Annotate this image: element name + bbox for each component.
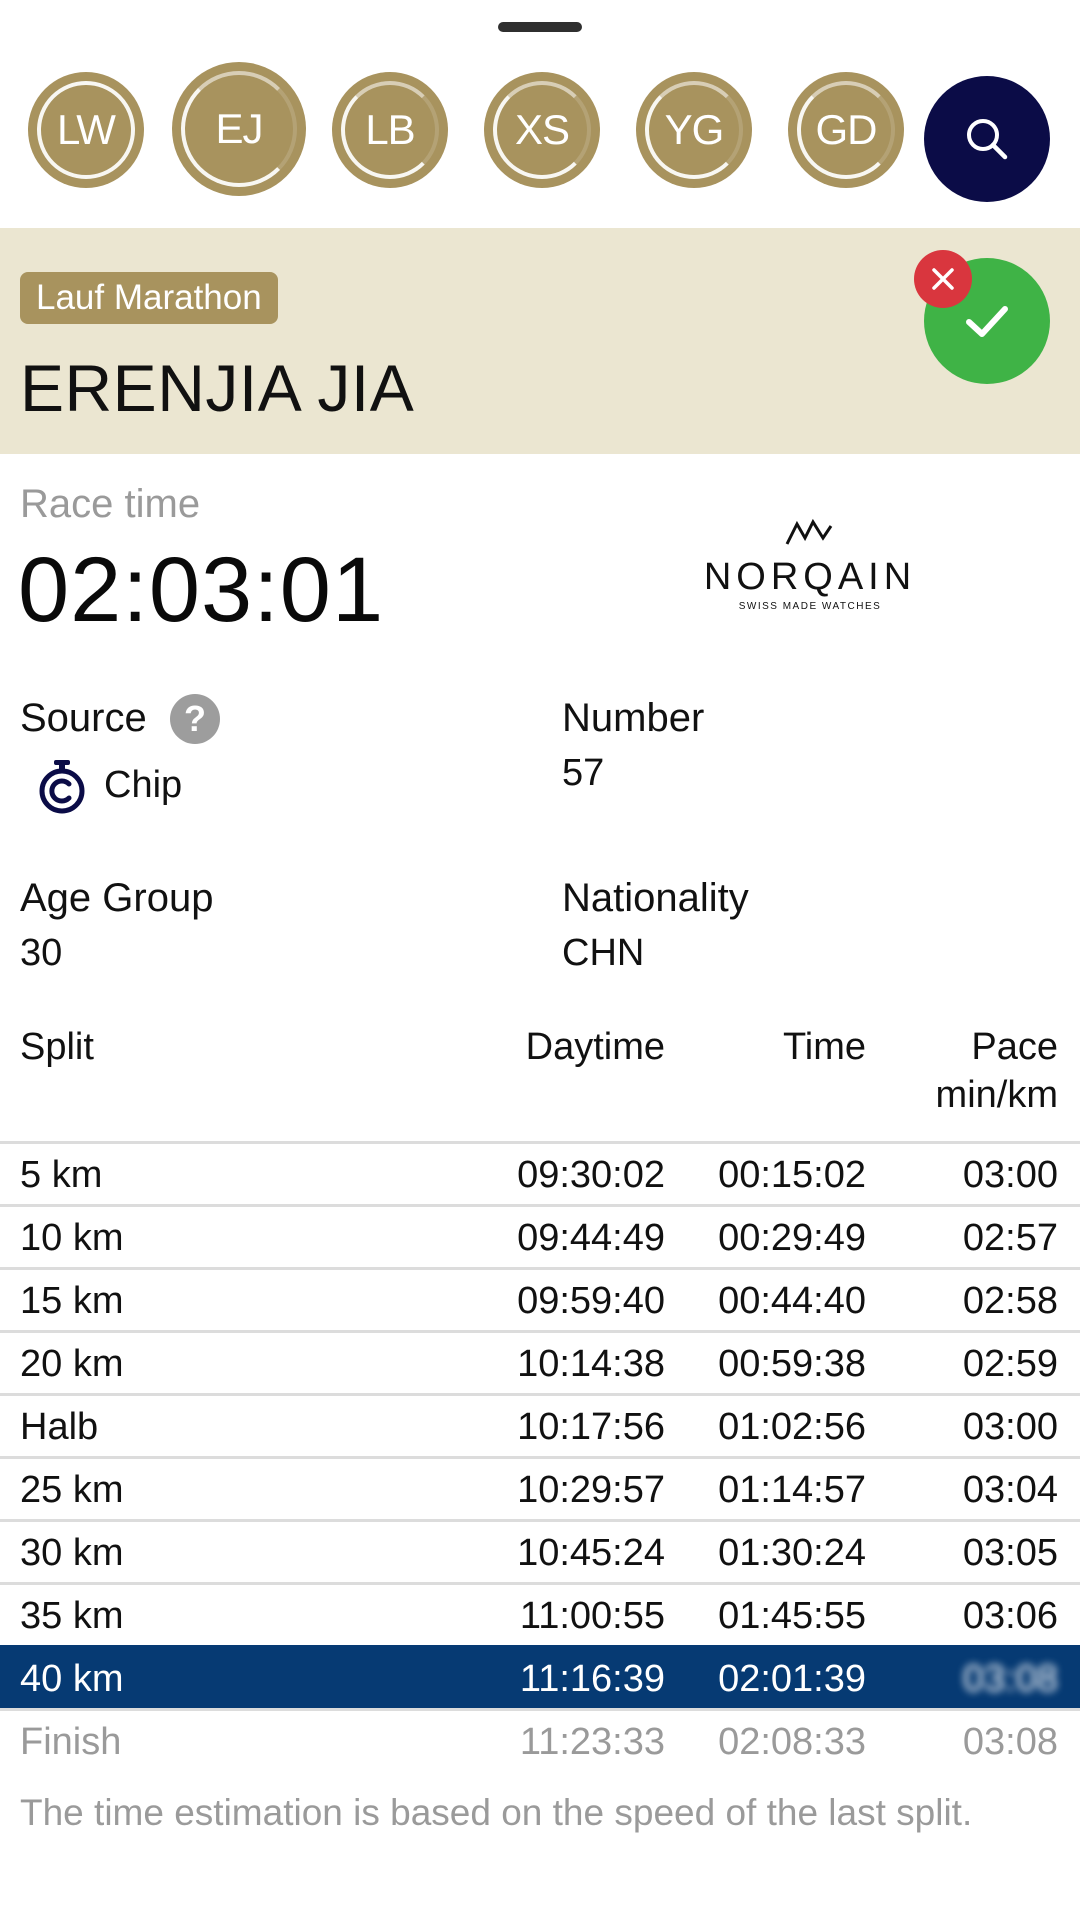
race-time-value: 02:03:01 <box>18 539 385 641</box>
time-header: Time <box>782 1026 866 1068</box>
table-row[interactable]: 20 km 10:14:38 00:59:38 02:59 <box>0 1330 1080 1393</box>
daytime-header: Daytime <box>525 1026 665 1068</box>
avatar-yg[interactable]: YG <box>636 72 752 188</box>
avatar-xs[interactable]: XS <box>484 72 600 188</box>
nationality-label: Nationality <box>562 876 749 920</box>
split-daytime: 09:30:02 <box>517 1154 665 1196</box>
split-daytime: 10:14:38 <box>517 1343 665 1385</box>
source-value: Chip <box>104 764 183 806</box>
participant-avatar-bar: LW EJ LB XS YG GD <box>0 62 1080 202</box>
split-daytime: 09:44:49 <box>517 1217 665 1259</box>
table-row-current[interactable]: 40 km 11:16:39 02:01:39 03:08 <box>0 1645 1080 1708</box>
split-daytime: 11:16:39 <box>519 1658 665 1700</box>
split-daytime: 11:23:33 <box>519 1721 665 1763</box>
split-pace: 03:00 <box>962 1154 1058 1196</box>
split-time: 01:30:24 <box>718 1532 866 1574</box>
avatar-initials: EJ <box>215 105 263 152</box>
avatar-initials: YG <box>664 106 725 153</box>
avatar-ej[interactable]: EJ <box>172 62 306 196</box>
split-name: 5 km <box>20 1154 103 1196</box>
split-pace: 03:08 <box>962 1658 1058 1700</box>
sponsor-logo: NORQAIN SWISS MADE WATCHES <box>680 516 940 614</box>
split-name: 40 km <box>20 1658 124 1700</box>
number-label: Number <box>562 696 705 740</box>
nationality-value: CHN <box>562 932 645 974</box>
split-time: 00:59:38 <box>718 1343 866 1385</box>
split-pace: 03:00 <box>962 1406 1058 1448</box>
estimation-note: The time estimation is based on the spee… <box>20 1792 973 1833</box>
mountain-logo-icon <box>785 518 833 545</box>
race-time-label: Race time <box>20 482 201 526</box>
split-time: 00:44:40 <box>718 1280 866 1322</box>
split-pace: 02:59 <box>962 1343 1058 1385</box>
sponsor-brand: NORQAIN <box>703 556 917 598</box>
question-icon[interactable]: ? <box>170 694 220 744</box>
table-row[interactable]: 15 km 09:59:40 00:44:40 02:58 <box>0 1267 1080 1330</box>
check-icon <box>966 306 1008 337</box>
table-row[interactable]: 25 km 10:29:57 01:14:57 03:04 <box>0 1456 1080 1519</box>
split-pace: 03:05 <box>962 1532 1058 1574</box>
split-name: 35 km <box>20 1595 124 1637</box>
age-group-label: Age Group <box>20 876 214 920</box>
split-pace: 03:08 <box>962 1721 1058 1763</box>
split-name: 10 km <box>20 1217 124 1259</box>
age-group-value: 30 <box>20 932 63 974</box>
split-daytime: 10:17:56 <box>517 1406 665 1448</box>
split-time: 02:08:33 <box>718 1721 866 1763</box>
avatar-lw[interactable]: LW <box>28 72 144 188</box>
split-name: 25 km <box>20 1469 124 1511</box>
split-time: 02:01:39 <box>718 1658 866 1700</box>
split-daytime: 10:29:57 <box>517 1469 665 1511</box>
table-row-estimate[interactable]: Finish 11:23:33 02:08:33 03:08 <box>0 1708 1080 1771</box>
split-daytime: 11:00:55 <box>519 1595 665 1637</box>
sponsor-tagline: SWISS MADE WATCHES <box>738 601 882 612</box>
table-row[interactable]: 10 km 09:44:49 00:29:49 02:57 <box>0 1204 1080 1267</box>
split-name: 15 km <box>20 1280 124 1322</box>
split-time: 01:45:55 <box>718 1595 866 1637</box>
pace-header: Pace <box>971 1026 1058 1068</box>
split-pace: 03:06 <box>962 1595 1058 1637</box>
avatar-gd[interactable]: GD <box>788 72 904 188</box>
stopwatch-chip-icon <box>39 760 85 814</box>
table-row[interactable]: 35 km 11:00:55 01:45:55 03:06 <box>0 1582 1080 1645</box>
avatar-lb[interactable]: LB <box>332 72 448 188</box>
split-time: 00:15:02 <box>718 1154 866 1196</box>
avatar-initials: XS <box>514 106 570 153</box>
event-badge: Lauf Marathon <box>20 272 278 324</box>
number-value: 57 <box>562 752 605 794</box>
source-label: Source <box>20 696 147 740</box>
split-name: 30 km <box>20 1532 124 1574</box>
split-header: Split <box>20 1026 94 1068</box>
split-daytime: 09:59:40 <box>517 1280 665 1322</box>
search-icon <box>967 119 1008 160</box>
table-row[interactable]: 5 km 09:30:02 00:15:02 03:00 <box>0 1141 1080 1204</box>
avatar-initials: LW <box>57 106 116 153</box>
split-time: 00:29:49 <box>718 1217 866 1259</box>
search-button[interactable] <box>924 76 1050 202</box>
avatar-initials: GD <box>815 106 878 153</box>
sheet-drag-handle[interactable] <box>498 22 582 32</box>
split-name: Halb <box>20 1406 99 1448</box>
athlete-name: ERENJIA JIA <box>20 351 415 425</box>
split-name: 20 km <box>20 1343 124 1385</box>
split-pace: 02:57 <box>962 1217 1058 1259</box>
avatar-initials: LB <box>365 106 415 153</box>
table-row[interactable]: 30 km 10:45:24 01:30:24 03:05 <box>0 1519 1080 1582</box>
split-pace: 02:58 <box>962 1280 1058 1322</box>
split-time: 01:14:57 <box>718 1469 866 1511</box>
close-icon <box>932 268 954 290</box>
split-pace: 03:04 <box>962 1469 1058 1511</box>
split-name: Finish <box>20 1721 122 1763</box>
split-time: 01:02:56 <box>718 1406 866 1448</box>
split-daytime: 10:45:24 <box>517 1532 665 1574</box>
splits-table: 5 km 09:30:02 00:15:02 03:00 10 km 09:44… <box>0 1141 1080 1771</box>
table-row[interactable]: Halb 10:17:56 01:02:56 03:00 <box>0 1393 1080 1456</box>
remove-button[interactable] <box>914 250 972 308</box>
pace-unit-header: min/km <box>935 1074 1058 1116</box>
